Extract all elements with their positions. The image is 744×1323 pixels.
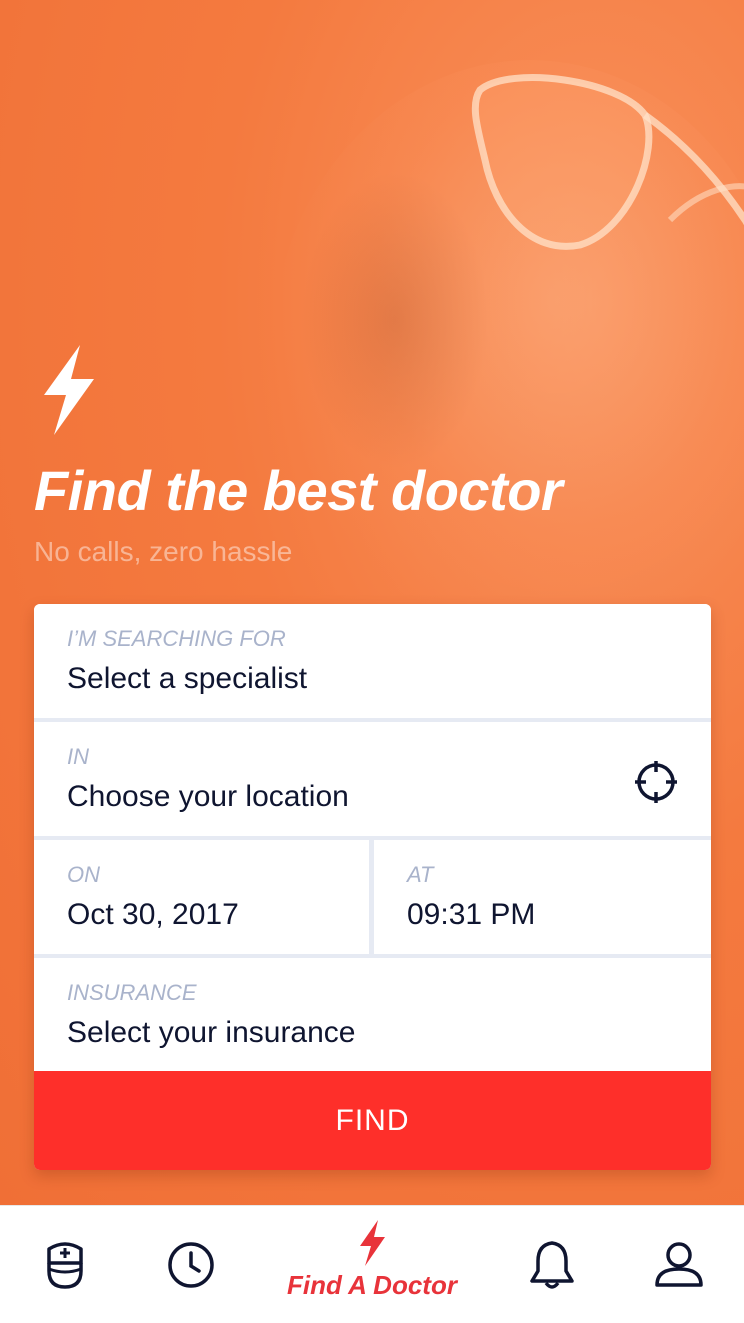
- find-button[interactable]: FIND: [34, 1071, 711, 1170]
- page-subtitle: No calls, zero hassle: [34, 536, 293, 567]
- specialist-label: I’M SEARCHING FOR: [67, 626, 286, 651]
- user-icon: [655, 1242, 703, 1287]
- bolt-icon: [360, 1220, 385, 1266]
- tab-label-find-a-doctor: Find A Doctor: [287, 1270, 457, 1300]
- page-title: Find the best doctor: [34, 459, 563, 522]
- hero-photo-shadow: [300, 170, 490, 470]
- tab-notifications[interactable]: [507, 1206, 597, 1323]
- bell-icon: [530, 1241, 574, 1289]
- tab-find-a-doctor[interactable]: Find A Doctor: [252, 1206, 492, 1323]
- bolt-logo-icon: [44, 345, 94, 435]
- location-label: IN: [67, 744, 89, 769]
- date-label: ON: [67, 862, 100, 887]
- sunglasses-illustration: [471, 74, 744, 250]
- time-value: 09:31 PM: [407, 898, 536, 931]
- time-label: AT: [407, 862, 434, 887]
- specialist-value: Select a specialist: [67, 662, 308, 695]
- time-field[interactable]: AT 09:31 PM: [374, 840, 711, 954]
- insurance-field[interactable]: INSURANCE Select your insurance: [34, 958, 711, 1072]
- location-field[interactable]: IN Choose your location: [34, 722, 711, 836]
- locate-me-icon[interactable]: [632, 758, 680, 806]
- tab-nurse[interactable]: [20, 1206, 110, 1323]
- specialist-field[interactable]: I’M SEARCHING FOR Select a specialist: [34, 604, 711, 718]
- bottom-tab-bar: Find A Doctor: [0, 1205, 744, 1323]
- date-field[interactable]: ON Oct 30, 2017: [34, 840, 369, 954]
- date-value: Oct 30, 2017: [67, 898, 239, 931]
- tab-history[interactable]: [146, 1206, 236, 1323]
- tab-profile[interactable]: [634, 1206, 724, 1323]
- nurse-icon: [47, 1242, 83, 1289]
- insurance-label: INSURANCE: [67, 980, 197, 1005]
- search-form-card: I’M SEARCHING FOR Select a specialist IN…: [34, 604, 711, 1170]
- clock-icon: [168, 1242, 214, 1288]
- location-value: Choose your location: [67, 780, 349, 813]
- insurance-value: Select your insurance: [67, 1016, 356, 1049]
